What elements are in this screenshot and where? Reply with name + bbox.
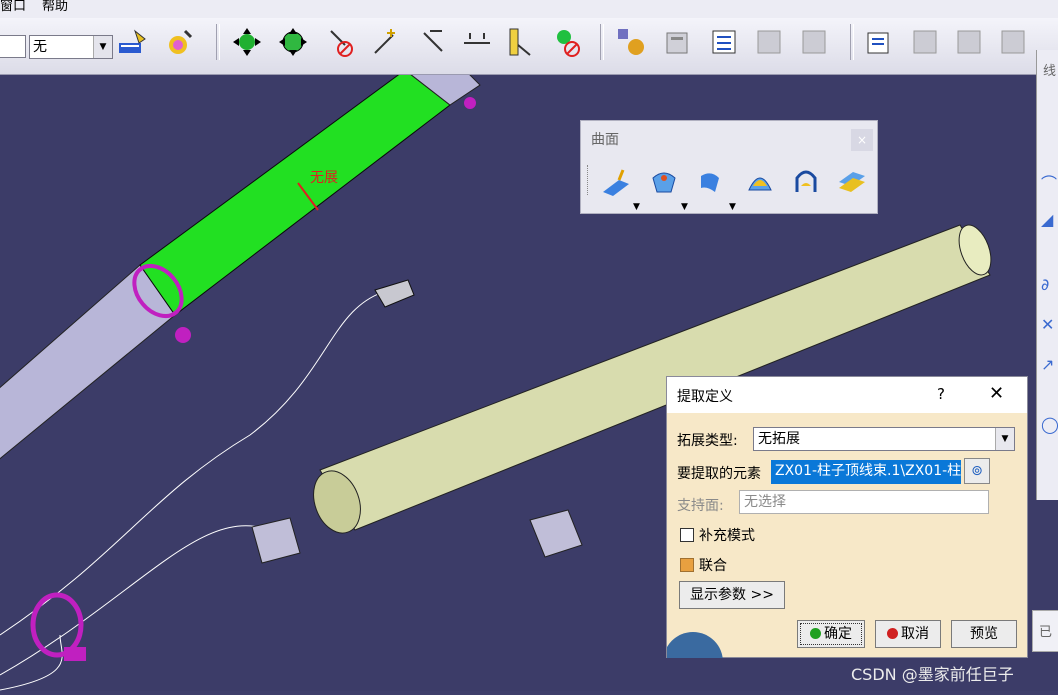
selected-green-tube[interactable] [139, 69, 451, 316]
sweep-surface-icon[interactable] [743, 164, 777, 198]
menu-help[interactable]: 帮助 [42, 0, 68, 14]
toolbar-separator [850, 24, 854, 60]
toolbar-grip[interactable] [587, 165, 590, 195]
chevron-down-icon[interactable]: ▼ [633, 202, 640, 212]
cancel-icon [887, 628, 898, 639]
complement-label: 补充模式 [699, 528, 755, 544]
curve-icon[interactable]: ⌒ [1041, 170, 1058, 193]
chevron-down-icon[interactable]: ▼ [995, 428, 1014, 450]
support-field[interactable]: 无选择 [739, 490, 989, 514]
analysis-icon[interactable] [614, 25, 648, 59]
fill-surface-icon[interactable] [789, 164, 823, 198]
element-field[interactable]: ZX01-柱子顶线束.1\ZX01-柱 [771, 460, 961, 484]
right-panel-label: 线 [1043, 64, 1057, 79]
toolbar-separator [600, 24, 604, 60]
clamp-bottom [175, 327, 191, 343]
extract-definition-dialog: 提取定义 ? ✕ 拓展类型: 无拓展 ▼ 要提取的元素 ZX01-柱子顶线束.1… [666, 376, 1028, 658]
close-icon[interactable]: ✕ [989, 383, 1004, 404]
grid-icon[interactable] [707, 25, 741, 59]
offset-surface-icon[interactable] [695, 164, 729, 198]
blend-surface-icon[interactable] [835, 164, 869, 198]
grey-tube[interactable] [0, 264, 176, 475]
paint-icon[interactable] [163, 25, 197, 59]
cancel-label: 取消 [901, 626, 929, 642]
helix-icon[interactable]: ✕ [1041, 315, 1058, 334]
preview-button[interactable]: 预览 [951, 620, 1017, 648]
style-combo[interactable]: 无 ▼ [29, 35, 113, 59]
dialog-decoration [667, 632, 723, 658]
extend-type-select[interactable]: 无拓展 ▼ [753, 427, 1015, 451]
extend-type-value: 无拓展 [758, 431, 800, 447]
federation-label: 联合 [699, 558, 727, 574]
brush-icon[interactable] [115, 25, 149, 59]
rotate-icon[interactable] [276, 25, 310, 59]
snap-icon[interactable] [908, 25, 942, 59]
surface-toolbar-title: 曲面 [591, 132, 619, 148]
complement-checkbox[interactable] [680, 528, 694, 542]
chevron-down-icon[interactable]: ▼ [93, 36, 112, 58]
element-label: 要提取的元素 [677, 466, 761, 482]
support-label: 支持面: [677, 498, 724, 514]
element-picker-icon[interactable]: ⊚ [964, 458, 990, 484]
connector-middle[interactable] [251, 517, 301, 564]
circle-icon[interactable]: ◯ [1041, 415, 1058, 434]
clamp-bracket [64, 647, 86, 661]
chevron-down-icon[interactable]: ▼ [681, 202, 688, 212]
distance-icon[interactable] [460, 25, 494, 59]
clamp-top [464, 97, 476, 109]
surface-toolbar: 曲面 × ▼ ▼ ▼ [580, 120, 878, 214]
measure-icon[interactable] [502, 25, 536, 59]
help-button[interactable]: ? [937, 385, 945, 403]
pan-icon[interactable] [230, 25, 264, 59]
annotation-text: 无展 [310, 170, 338, 186]
cut-icon[interactable] [550, 25, 584, 59]
cancel-button[interactable]: 取消 [875, 620, 941, 648]
toolbar-separator [216, 24, 220, 60]
revolve-surface-icon[interactable] [647, 164, 681, 198]
hide-icon[interactable] [323, 25, 357, 59]
bottom-panel-label: 已 [1039, 625, 1053, 640]
federation-checkbox[interactable] [680, 558, 694, 572]
menubar: 窗口 帮助 [0, 0, 1058, 18]
close-icon[interactable]: × [851, 129, 873, 151]
tree-icon[interactable] [797, 25, 831, 59]
table-icon[interactable] [952, 25, 986, 59]
chevron-down-icon[interactable]: ▼ [729, 202, 736, 212]
show-params-button[interactable]: 显示参数 >> [679, 581, 785, 609]
connector-top[interactable] [374, 279, 415, 308]
bottom-right-panel: 已 [1032, 610, 1058, 652]
spline-icon[interactable]: ∂ [1041, 275, 1058, 294]
ok-label: 确定 [824, 626, 852, 642]
layer-selector[interactable] [0, 35, 26, 58]
watermark: CSDN @墨家前任巨子 [851, 665, 1014, 684]
doc-icon[interactable] [862, 25, 896, 59]
lock-icon[interactable] [752, 25, 786, 59]
projection-icon[interactable]: ↗ [1041, 355, 1058, 374]
ok-icon [810, 628, 821, 639]
main-toolbar: 无 ▼ [0, 18, 1058, 75]
clamp-ring-bottom [30, 592, 84, 658]
angle-icon[interactable] [416, 25, 450, 59]
chart-icon[interactable] [996, 25, 1030, 59]
extend-type-label: 拓展类型: [677, 433, 738, 449]
dialog-title: 提取定义 [677, 389, 733, 405]
menu-window[interactable]: 窗口 [0, 0, 26, 14]
properties-icon[interactable] [661, 25, 695, 59]
right-toolbar-panel: 线 ⌒ ◢ ∂ ✕ ↗ ◯ [1036, 50, 1058, 500]
extrude-surface-icon[interactable] [599, 164, 633, 198]
wire-3 [0, 634, 63, 691]
connector-right[interactable] [529, 509, 583, 558]
ok-button[interactable]: 确定 [797, 620, 865, 648]
style-combo-value: 无 [33, 39, 47, 55]
point-icon[interactable]: ◢ [1041, 210, 1058, 229]
dialog-titlebar[interactable]: 提取定义 ? ✕ [667, 377, 1027, 413]
line-icon[interactable] [369, 25, 403, 59]
